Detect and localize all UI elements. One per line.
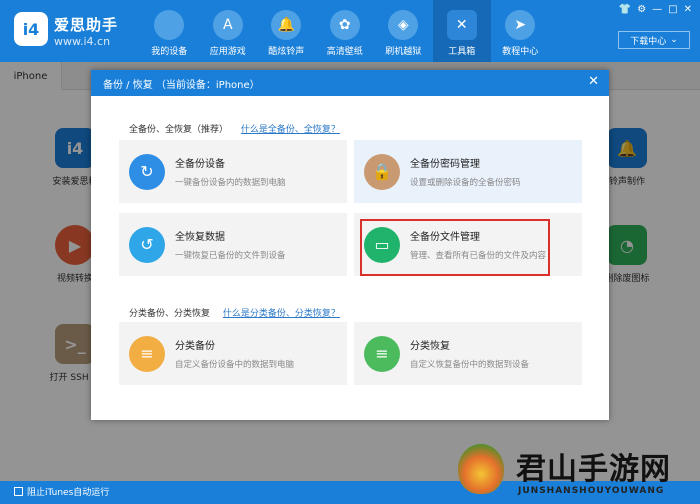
app-brand: 爱思助手 (54, 16, 119, 34)
section-title-text: 全备份、全恢复（推荐） (129, 125, 229, 135)
highlight-box (360, 219, 550, 276)
lock-icon: 🔒 (364, 153, 400, 190)
site-watermark: 君山手游网 JUNSHANSHOUYOUWANG (450, 440, 698, 502)
dropbox-icon: ◈ (388, 10, 419, 40)
app-url: www.i4.cn (54, 35, 111, 48)
nav-label: 教程中心 (502, 47, 539, 57)
card-full-backup-device[interactable]: ↻ 全备份设备 一键备份设备内的数据到电脑 (119, 140, 347, 203)
download-center-label: 下载中心 (630, 36, 667, 47)
card-backup-password[interactable]: 🔒 全备份密码管理 设置或删除设备的全备份密码 (354, 140, 582, 203)
nav-label: 应用游戏 (209, 47, 246, 57)
status-label: 阻止iTunes自动运行 (27, 488, 110, 498)
restore-clock-icon: ↺ (129, 226, 165, 263)
dialog-title: 备份 / 恢复 （当前设备：iPhone） (103, 79, 260, 91)
nav-tutorials[interactable]: ➤ 教程中心 (491, 0, 550, 62)
card-title: 全备份密码管理 (410, 159, 480, 170)
card-desc: 自定义恢复备份中的数据到设备 (410, 360, 530, 370)
top-header: i4 爱思助手 www.i4.cn 我的设备 A 应用游戏 🔔 酷炫铃声 ✿ 高… (0, 0, 700, 62)
nav-my-device[interactable]: 我的设备 (140, 0, 199, 62)
watermark-title: 君山手游网 (516, 452, 671, 487)
block-itunes-toggle[interactable]: 阻止iTunes自动运行 (14, 485, 109, 498)
app-store-icon: A (212, 10, 243, 40)
card-title: 分类恢复 (410, 341, 450, 352)
nav-label: 工具箱 (448, 47, 476, 57)
category-backup-help-link[interactable]: 什么是分类备份、分类恢复？ (223, 309, 340, 319)
flame-logo-icon (458, 444, 504, 494)
apple-icon (154, 10, 185, 40)
nav-flash-jailbreak[interactable]: ◈ 刷机越狱 (374, 0, 433, 62)
card-category-restore[interactable]: ≡ 分类恢复 自定义恢复备份中的数据到设备 (354, 322, 582, 385)
window-controls: 👕 ⚙ — □ ✕ (619, 4, 692, 15)
download-center-button[interactable]: 下载中心 ⌄ (618, 31, 690, 49)
section-title-text: 分类备份、分类恢复 (129, 309, 211, 319)
nav-toolbox[interactable]: ✕ 工具箱 (432, 0, 491, 62)
category-backup-icon: ≡ (129, 335, 165, 372)
card-title: 全备份设备 (175, 159, 225, 170)
checkbox-icon (14, 487, 23, 496)
full-backup-help-link[interactable]: 什么是全备份、全恢复？ (241, 125, 340, 135)
app-logo: i4 (14, 12, 48, 46)
card-desc: 自定义备份设备中的数据到电脑 (175, 360, 295, 370)
card-full-restore[interactable]: ↺ 全恢复数据 一键恢复已备份的文件到设备 (119, 213, 347, 276)
card-title: 全恢复数据 (175, 232, 225, 243)
shirt-icon[interactable]: 👕 (619, 4, 631, 15)
watermark-subtitle: JUNSHANSHOUYOUWANG (518, 486, 665, 496)
dialog-header: 备份 / 恢复 （当前设备：iPhone） ✕ (91, 70, 609, 96)
nav-wallpapers[interactable]: ✿ 高清壁纸 (316, 0, 375, 62)
close-icon[interactable]: ✕ (588, 74, 599, 90)
nav-apps-games[interactable]: A 应用游戏 (199, 0, 258, 62)
maximize-icon[interactable]: □ (668, 4, 677, 15)
card-desc: 一键备份设备内的数据到电脑 (175, 178, 286, 188)
card-category-backup[interactable]: ≡ 分类备份 自定义备份设备中的数据到电脑 (119, 322, 347, 385)
card-desc: 设置或删除设备的全备份密码 (410, 178, 521, 188)
card-title: 分类备份 (175, 341, 215, 352)
main-nav: 我的设备 A 应用游戏 🔔 酷炫铃声 ✿ 高清壁纸 ◈ 刷机越狱 ✕ 工具箱 ➤… (140, 0, 550, 62)
nav-label: 刷机越狱 (385, 47, 422, 57)
tools-icon: ✕ (446, 10, 477, 40)
chevron-down-icon: ⌄ (670, 35, 678, 45)
section-category-backup: 分类备份、分类恢复 什么是分类备份、分类恢复？ (129, 306, 340, 319)
nav-label: 高清壁纸 (326, 47, 363, 57)
category-restore-icon: ≡ (364, 335, 400, 372)
backup-clock-icon: ↻ (129, 153, 165, 190)
minimize-icon[interactable]: — (652, 4, 662, 15)
nav-label: 酷炫铃声 (268, 47, 305, 57)
settings-icon[interactable]: ⚙ (637, 4, 646, 15)
nav-label: 我的设备 (151, 47, 188, 57)
close-icon[interactable]: ✕ (684, 4, 692, 15)
compass-icon: ➤ (505, 10, 536, 40)
section-full-backup: 全备份、全恢复（推荐） 什么是全备份、全恢复？ (129, 122, 340, 135)
bell-icon: 🔔 (271, 10, 302, 40)
card-desc: 一键恢复已备份的文件到设备 (175, 251, 286, 261)
flower-icon: ✿ (329, 10, 360, 40)
nav-ringtones[interactable]: 🔔 酷炫铃声 (257, 0, 316, 62)
